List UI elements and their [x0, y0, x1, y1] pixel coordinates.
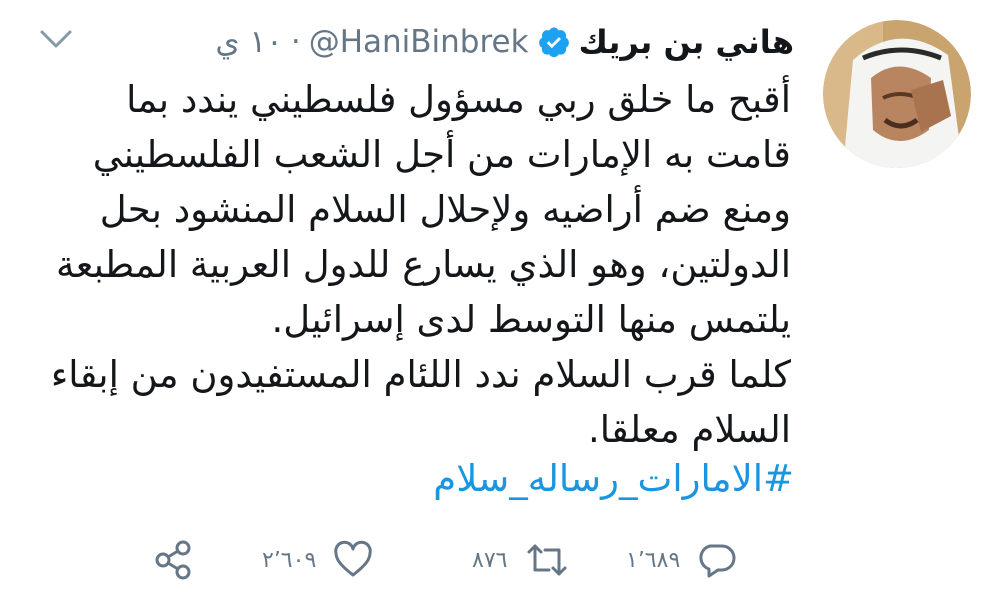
hashtag-link[interactable]: #الامارات_رساله_سلام	[433, 451, 794, 506]
share-icon[interactable]	[152, 538, 196, 582]
tweet-time[interactable]: ١٠ ي	[215, 24, 282, 60]
like-count: ٢٬٦٠٩	[262, 547, 317, 573]
tweet-paragraph: كلما قرب السلام ندد اللئام المستفيدون من…	[50, 353, 791, 451]
share-action[interactable]	[152, 530, 196, 590]
reply-icon[interactable]	[696, 540, 736, 580]
separator-dot: ·	[290, 24, 301, 60]
retweet-action[interactable]: ٨٧٦	[472, 530, 571, 590]
tweet-paragraph: أقبح ما خلق ربي مسؤول فلسطيني يندد بما ق…	[55, 78, 791, 341]
user-handle[interactable]: @HaniBinbrek	[309, 24, 529, 60]
chevron-down-icon[interactable]	[36, 22, 76, 56]
tweet-text: أقبح ما خلق ربي مسؤول فلسطيني يندد بما ق…	[31, 72, 791, 457]
verified-badge-icon	[537, 25, 571, 59]
tweet: هاني بن بريك @HaniBinbrek · ١٠ ي أقبح ما…	[0, 0, 1000, 605]
like-action[interactable]: ٢٬٦٠٩	[262, 530, 374, 590]
retweet-count: ٨٧٦	[472, 547, 508, 573]
avatar[interactable]	[823, 20, 971, 168]
retweet-icon[interactable]	[523, 540, 571, 580]
reply-action[interactable]: ١٬٦٨٩	[626, 530, 736, 590]
tweet-actions: ١٬٦٨٩ ٨٧٦ ٢٬٦٠٩	[0, 530, 1000, 590]
reply-count: ١٬٦٨٩	[626, 547, 681, 573]
tweet-header: هاني بن بريك @HaniBinbrek · ١٠ ي	[215, 16, 794, 68]
display-name[interactable]: هاني بن بريك	[579, 23, 794, 61]
heart-icon[interactable]	[332, 540, 374, 580]
